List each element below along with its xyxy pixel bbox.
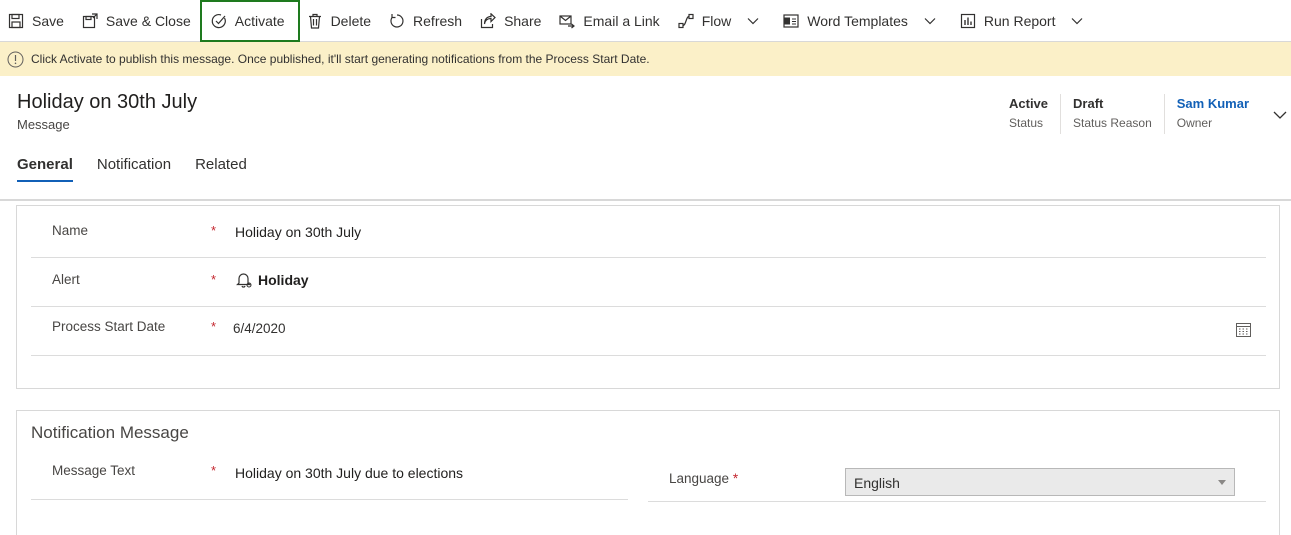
- flow-button[interactable]: Flow: [670, 0, 776, 42]
- email-link-label: Email a Link: [583, 12, 660, 29]
- save-label: Save: [32, 12, 64, 29]
- flow-icon: [678, 13, 694, 28]
- header-status-reason-value: Draft: [1073, 96, 1104, 111]
- flow-label: Flow: [701, 12, 732, 29]
- run-report-button[interactable]: Run Report: [952, 0, 1100, 42]
- delete-button[interactable]: Delete: [299, 0, 381, 42]
- share-label: Share: [504, 12, 542, 29]
- refresh-label: Refresh: [413, 12, 463, 29]
- required-marker: *: [732, 471, 739, 486]
- name-field-row: Name * Holiday on 30th July: [31, 206, 1266, 258]
- owner-link[interactable]: Sam Kumar: [1177, 94, 1249, 114]
- activate-label: Activate: [234, 13, 285, 29]
- trash-icon: [308, 13, 321, 29]
- header-owner-label: Owner: [1176, 116, 1213, 130]
- alert-label: Alert: [52, 272, 80, 287]
- name-label: Name: [52, 223, 89, 238]
- process-start-date-row: Process Start Date * 6/4/2020: [31, 307, 1266, 356]
- tab-notification[interactable]: Notification: [97, 156, 171, 182]
- required-marker: *: [211, 463, 217, 478]
- info-banner: Click Activate to publish this message. …: [0, 42, 1291, 76]
- language-label-text: Language: [669, 471, 730, 486]
- save-close-button[interactable]: Save & Close: [74, 0, 201, 42]
- save-button[interactable]: Save: [0, 0, 74, 42]
- header-owner: Sam Kumar Owner: [1163, 94, 1261, 134]
- refresh-button[interactable]: Refresh: [381, 0, 472, 42]
- save-close-label: Save & Close: [105, 12, 191, 29]
- info-icon: [7, 51, 24, 67]
- alert-lookup[interactable]: Holiday: [235, 271, 309, 288]
- name-input[interactable]: Holiday on 30th July: [235, 224, 361, 240]
- language-select[interactable]: English: [845, 468, 1235, 496]
- refresh-icon: [390, 13, 404, 28]
- chevron-down-icon: [924, 17, 936, 24]
- chevron-down-icon: [1072, 17, 1083, 24]
- bell-icon: [236, 273, 252, 288]
- header-status-label: Status: [1009, 116, 1044, 130]
- email-link-button[interactable]: Email a Link: [551, 0, 669, 42]
- activate-button[interactable]: Activate: [199, 0, 300, 42]
- general-section: Name * Holiday on 30th July Alert * Holi…: [16, 205, 1280, 389]
- language-selected-value: English: [854, 475, 900, 491]
- header-status: Active Status: [997, 94, 1060, 134]
- header-fields: Active Status Draft Status Reason Sam Ku…: [997, 94, 1261, 134]
- share-button[interactable]: Share: [472, 0, 551, 42]
- message-text-row: Message Text * Holiday on 30th July due …: [31, 451, 628, 500]
- word-templates-button[interactable]: Word Templates: [775, 0, 952, 42]
- header-status-reason: Draft Status Reason: [1060, 94, 1164, 134]
- process-start-date-label: Process Start Date: [52, 319, 166, 334]
- command-bar: Save Save & Close Activate Delete Refres…: [0, 0, 1291, 42]
- header-status-reason-label: Status Reason: [1073, 116, 1152, 130]
- dropdown-caret-icon: [1218, 480, 1226, 485]
- message-text-label: Message Text: [52, 463, 136, 478]
- record-entity: Message: [17, 117, 70, 132]
- alert-value: Holiday: [258, 271, 309, 288]
- word-template-icon: [783, 13, 799, 28]
- activate-icon: [211, 14, 226, 29]
- save-close-icon: [82, 12, 98, 28]
- tab-related[interactable]: Related: [195, 156, 247, 182]
- save-icon: [8, 13, 24, 28]
- alert-field-row: Alert * Holiday: [31, 258, 1266, 307]
- required-marker: *: [211, 272, 217, 287]
- run-report-label: Run Report: [983, 12, 1056, 29]
- section-title: Notification Message: [31, 423, 189, 442]
- delete-label: Delete: [330, 12, 372, 29]
- email-link-icon: [559, 14, 576, 28]
- report-icon: [960, 13, 975, 28]
- process-start-date-input[interactable]: 6/4/2020: [233, 321, 286, 336]
- calendar-icon[interactable]: [1235, 321, 1252, 338]
- tabs-divider: [0, 199, 1291, 201]
- language-label: Language *: [669, 471, 738, 486]
- word-templates-label: Word Templates: [807, 12, 908, 29]
- form-tabs: General Notification Related: [17, 156, 271, 182]
- chevron-down-icon: [747, 17, 759, 24]
- message-text-input[interactable]: Holiday on 30th July due to elections: [235, 465, 463, 481]
- header-status-value: Active: [1009, 96, 1049, 111]
- banner-text: Click Activate to publish this message. …: [31, 52, 650, 66]
- notification-message-section: Notification Message Message Text * Holi…: [16, 410, 1280, 535]
- record-title: Holiday on 30th July: [17, 91, 198, 113]
- required-marker: *: [211, 319, 217, 334]
- tab-general[interactable]: General: [17, 156, 73, 182]
- share-icon: [480, 12, 496, 28]
- required-marker: *: [211, 223, 217, 238]
- header-expand-chevron-icon[interactable]: [1273, 108, 1287, 122]
